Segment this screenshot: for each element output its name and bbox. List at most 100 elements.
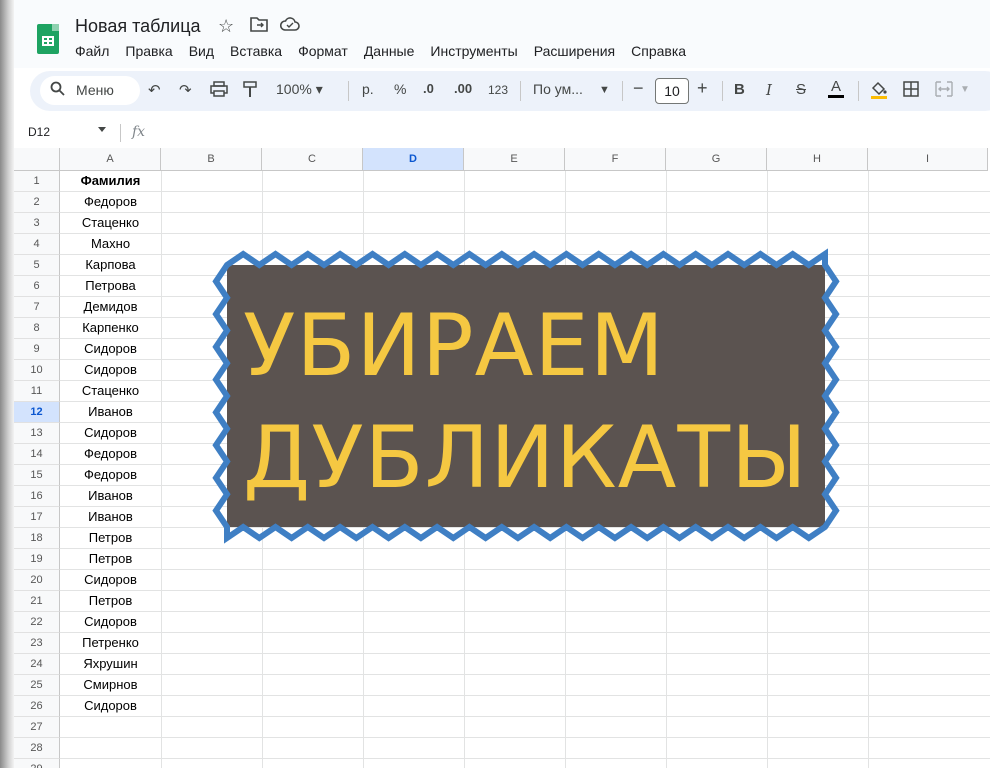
cell-a[interactable]: Сидоров — [60, 339, 161, 360]
row-header[interactable]: 15 — [14, 465, 60, 486]
cloud-saved-icon[interactable] — [279, 16, 300, 37]
currency-format-button[interactable]: р. — [362, 81, 374, 97]
document-title[interactable]: Новая таблица — [75, 16, 201, 37]
row-header[interactable]: 28 — [14, 738, 60, 759]
menu-tools[interactable]: Инструменты — [430, 43, 525, 59]
star-icon[interactable]: ☆ — [218, 16, 234, 37]
font-size-decrease-icon[interactable]: − — [633, 78, 644, 99]
sheets-logo-icon[interactable] — [37, 24, 59, 54]
font-size-input[interactable]: 10 — [655, 78, 689, 104]
cell-a[interactable]: Федоров — [60, 444, 161, 465]
cell-a[interactable] — [60, 717, 161, 738]
row-header[interactable]: 3 — [14, 213, 60, 234]
row-header[interactable]: 8 — [14, 318, 60, 339]
cell-a[interactable]: Смирнов — [60, 675, 161, 696]
menu-file[interactable]: Файл — [75, 43, 117, 59]
row-header[interactable]: 17 — [14, 507, 60, 528]
cell-a[interactable]: Яхрушин — [60, 654, 161, 675]
menu-search[interactable]: Меню — [40, 76, 140, 105]
menu-help[interactable]: Справка — [631, 43, 694, 59]
undo-icon[interactable]: ↶ — [148, 81, 161, 99]
bold-button[interactable]: B — [734, 81, 745, 98]
select-all-corner[interactable] — [14, 148, 60, 171]
row-header[interactable]: 1 — [14, 171, 60, 192]
row-header[interactable]: 9 — [14, 339, 60, 360]
menu-extensions[interactable]: Расширения — [534, 43, 623, 59]
italic-button[interactable]: I — [766, 81, 772, 99]
row-header[interactable]: 13 — [14, 423, 60, 444]
row-header[interactable]: 2 — [14, 192, 60, 213]
menu-edit[interactable]: Правка — [125, 43, 180, 59]
cell-a[interactable]: Стаценко — [60, 381, 161, 402]
column-header-c[interactable]: C — [262, 148, 363, 171]
cell-a[interactable]: Карпенко — [60, 318, 161, 339]
row-header[interactable]: 22 — [14, 612, 60, 633]
column-header-d[interactable]: D — [363, 148, 464, 171]
cell-a[interactable]: Петров — [60, 549, 161, 570]
row-header[interactable]: 10 — [14, 360, 60, 381]
menu-view[interactable]: Вид — [189, 43, 222, 59]
decrease-decimals-button[interactable]: .0 — [423, 81, 434, 96]
fill-color-icon[interactable] — [870, 81, 888, 103]
column-header-f[interactable]: F — [565, 148, 666, 171]
cell-a[interactable]: Сидоров — [60, 696, 161, 717]
cell-a[interactable]: Петров — [60, 528, 161, 549]
cell-a[interactable]: Сидоров — [60, 423, 161, 444]
cell-a[interactable]: Федоров — [60, 465, 161, 486]
cell-a[interactable]: Сидоров — [60, 612, 161, 633]
column-header-e[interactable]: E — [464, 148, 565, 171]
column-header-a[interactable]: A — [60, 148, 161, 171]
font-size-increase-icon[interactable]: + — [697, 78, 708, 99]
row-header[interactable]: 18 — [14, 528, 60, 549]
merge-cells-icon[interactable] — [935, 81, 953, 101]
cell-a[interactable] — [60, 759, 161, 768]
row-header[interactable]: 14 — [14, 444, 60, 465]
cell-a[interactable]: Иванов — [60, 507, 161, 528]
text-color-button[interactable]: A — [828, 79, 845, 98]
redo-icon[interactable]: ↷ — [179, 81, 192, 99]
column-header-g[interactable]: G — [666, 148, 767, 171]
cell-a[interactable]: Федоров — [60, 192, 161, 213]
row-header[interactable]: 24 — [14, 654, 60, 675]
column-header-b[interactable]: B — [161, 148, 262, 171]
increase-decimals-button[interactable]: .00 — [454, 81, 472, 96]
row-header[interactable]: 23 — [14, 633, 60, 654]
row-header[interactable]: 4 — [14, 234, 60, 255]
number-format-button[interactable]: 123 — [488, 83, 508, 97]
cell-a[interactable]: Карпова — [60, 255, 161, 276]
row-header[interactable]: 7 — [14, 297, 60, 318]
row-header[interactable]: 11 — [14, 381, 60, 402]
row-header[interactable]: 27 — [14, 717, 60, 738]
row-header[interactable]: 5 — [14, 255, 60, 276]
menu-insert[interactable]: Вставка — [230, 43, 290, 59]
name-box[interactable]: D12 — [28, 125, 50, 139]
cell-a[interactable]: Стаценко — [60, 213, 161, 234]
row-header[interactable]: 16 — [14, 486, 60, 507]
menu-data[interactable]: Данные — [364, 43, 423, 59]
cell-a[interactable]: Петрова — [60, 276, 161, 297]
font-dropdown-icon[interactable]: ▼ — [599, 84, 610, 96]
cell-a[interactable]: Иванов — [60, 402, 161, 423]
borders-icon[interactable] — [903, 81, 919, 101]
font-select[interactable]: По ум... — [533, 81, 583, 97]
zoom-select[interactable]: 100% ▾ — [276, 81, 323, 98]
row-header[interactable]: 29 — [14, 759, 60, 768]
cell-a[interactable]: Петров — [60, 591, 161, 612]
percent-format-button[interactable]: % — [394, 81, 406, 97]
row-header[interactable]: 19 — [14, 549, 60, 570]
cell-a[interactable]: Фамилия — [60, 171, 161, 192]
column-header-i[interactable]: I — [868, 148, 988, 171]
move-folder-icon[interactable] — [250, 16, 268, 37]
paint-format-icon[interactable] — [243, 81, 257, 102]
row-header[interactable]: 12 — [14, 402, 60, 423]
name-box-dropdown-icon[interactable] — [98, 127, 106, 132]
row-header[interactable]: 6 — [14, 276, 60, 297]
merge-dropdown-icon[interactable]: ▼ — [960, 84, 970, 95]
cell-a[interactable]: Петренко — [60, 633, 161, 654]
row-header[interactable]: 26 — [14, 696, 60, 717]
cell-a[interactable]: Иванов — [60, 486, 161, 507]
cell-a[interactable]: Сидоров — [60, 360, 161, 381]
cell-a[interactable]: Сидоров — [60, 570, 161, 591]
cell-a[interactable]: Махно — [60, 234, 161, 255]
column-header-h[interactable]: H — [767, 148, 868, 171]
